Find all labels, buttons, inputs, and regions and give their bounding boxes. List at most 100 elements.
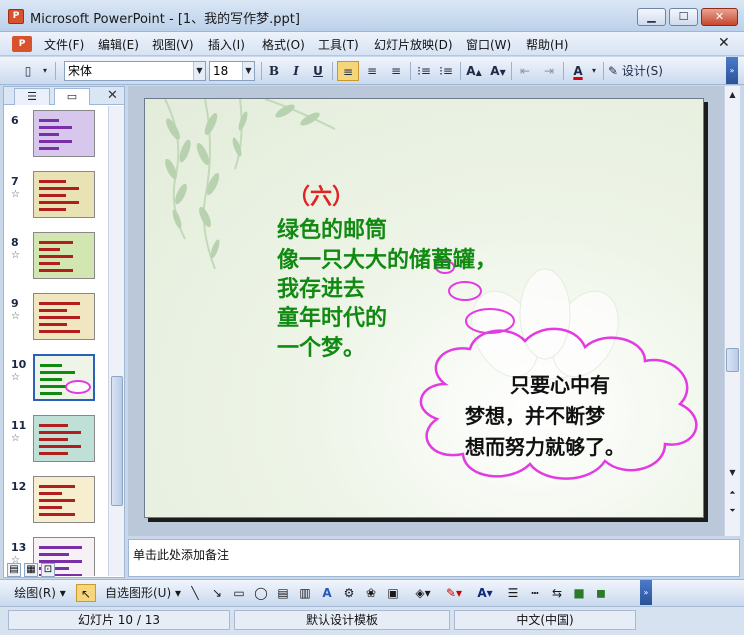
- select-pointer-icon[interactable]: ↖: [76, 584, 96, 602]
- cloud-line-1[interactable]: 只要心中有: [510, 369, 610, 398]
- menu-insert[interactable]: 插入(I): [208, 36, 245, 53]
- notes-pane[interactable]: 单击此处添加备注: [128, 539, 740, 577]
- arrow-style-icon[interactable]: ⇆: [548, 584, 566, 602]
- numbering-icon[interactable]: ⁝≡: [414, 61, 434, 81]
- wordart-icon[interactable]: A: [318, 584, 336, 602]
- menu-help[interactable]: 帮助(H): [526, 36, 568, 53]
- align-left-button[interactable]: ≡: [337, 61, 359, 81]
- slide-thumbnail-row[interactable]: 8 ☆: [4, 230, 108, 288]
- line-color-icon[interactable]: ✎▾: [440, 584, 468, 602]
- menu-file[interactable]: 文件(F): [44, 36, 84, 53]
- notes-placeholder[interactable]: 单击此处添加备注: [133, 546, 229, 563]
- increase-font-icon[interactable]: A▲: [464, 61, 484, 81]
- previous-slide-icon[interactable]: ⏶: [726, 486, 739, 499]
- textbox-icon[interactable]: ▤: [274, 584, 292, 602]
- slide-thumbnail-row[interactable]: 9 ☆: [4, 291, 108, 349]
- line-icon[interactable]: ╲: [186, 584, 204, 602]
- dash-style-icon[interactable]: ┅: [526, 584, 544, 602]
- slide-thumbnail[interactable]: [33, 354, 95, 401]
- slide-thumbnail[interactable]: [33, 171, 95, 218]
- slide-thumbnail[interactable]: [33, 110, 95, 157]
- slide-line-4[interactable]: 童年时代的: [277, 300, 387, 332]
- menu-view[interactable]: 视图(V): [152, 36, 194, 53]
- rectangle-icon[interactable]: ▭: [230, 584, 248, 602]
- decrease-indent-icon[interactable]: ⇤: [515, 61, 535, 81]
- slide-thumbnail[interactable]: [33, 232, 95, 279]
- next-slide-icon[interactable]: ⏷: [726, 504, 739, 517]
- slide-line-3[interactable]: 我存进去: [277, 271, 365, 303]
- diagram-icon[interactable]: ⚙: [340, 584, 358, 602]
- autoshapes-button[interactable]: 自选图形(U) ▾: [104, 584, 182, 602]
- increase-indent-icon[interactable]: ⇥: [539, 61, 559, 81]
- toolbar-options-icon[interactable]: ▾: [40, 61, 50, 81]
- cloud-line-3[interactable]: 想而努力就够了。: [465, 431, 625, 460]
- font-color-icon[interactable]: A: [568, 61, 588, 81]
- 3d-style-icon[interactable]: ◼: [592, 584, 610, 602]
- chevron-down-icon[interactable]: ▼: [193, 62, 205, 80]
- slides-pane-scrollbar[interactable]: [108, 106, 124, 576]
- underline-button[interactable]: U: [308, 61, 328, 81]
- close-window-button[interactable]: ✕: [701, 8, 738, 26]
- powerpoint-app-icon[interactable]: P: [8, 9, 24, 24]
- current-slide[interactable]: （六） 绿色的邮筒 像一只大大的储蓄罐， 我存进去 童年时代的 一个梦。 只要心…: [144, 98, 704, 518]
- slide-sorter-icon[interactable]: ▦: [24, 563, 38, 577]
- align-right-button[interactable]: ≡: [385, 61, 407, 81]
- cloud-line-2[interactable]: 梦想，并不断梦: [465, 400, 605, 429]
- menu-slideshow[interactable]: 幻灯片放映(D): [374, 36, 453, 53]
- scroll-down-icon[interactable]: ▼: [726, 466, 739, 479]
- slideshow-view-icon[interactable]: ⊡: [41, 563, 55, 577]
- draw-menu-button[interactable]: 绘图(R) ▾: [8, 584, 72, 602]
- arrow-icon[interactable]: ↘: [208, 584, 226, 602]
- slide-thumbnail[interactable]: [33, 415, 95, 462]
- oval-icon[interactable]: ◯: [252, 584, 270, 602]
- document-close-icon[interactable]: ✕: [718, 35, 730, 51]
- new-document-icon[interactable]: ▯: [18, 61, 38, 81]
- normal-view-icon[interactable]: ▤: [7, 563, 21, 577]
- bold-button[interactable]: B: [264, 61, 284, 81]
- maximize-button[interactable]: ☐: [669, 8, 698, 26]
- slide-line-1[interactable]: 绿色的邮筒: [277, 212, 387, 244]
- line-style-icon[interactable]: ☰: [504, 584, 522, 602]
- slide-thumbnail[interactable]: [33, 476, 95, 523]
- scroll-up-icon[interactable]: ▲: [726, 88, 739, 101]
- pane-close-icon[interactable]: ✕: [107, 88, 118, 103]
- italic-button[interactable]: I: [286, 61, 306, 81]
- fill-color-icon[interactable]: ◈▾: [410, 584, 436, 602]
- menu-edit[interactable]: 编辑(E): [98, 36, 139, 53]
- status-bar: 幻灯片 10 / 13 默认设计模板 中文(中国): [0, 606, 744, 635]
- document-icon[interactable]: P: [12, 36, 32, 52]
- slide-line-5[interactable]: 一个梦。: [277, 330, 365, 362]
- menu-tools[interactable]: 工具(T): [318, 36, 359, 53]
- font-color-draw-icon[interactable]: A▾: [472, 584, 498, 602]
- scrollbar-thumb[interactable]: [111, 376, 123, 506]
- slide-heading[interactable]: （六）: [288, 179, 354, 211]
- picture-icon[interactable]: ▣: [384, 584, 402, 602]
- shadow-icon[interactable]: ■: [570, 584, 588, 602]
- slide-thumbnail-row[interactable]: 10 ☆: [4, 352, 108, 410]
- design-button[interactable]: ✎ 设计(S): [608, 61, 670, 81]
- slide-scrollbar[interactable]: ▲ ▼ ⏶ ⏷: [724, 86, 740, 536]
- menu-format[interactable]: 格式(O): [262, 36, 305, 53]
- slide-line-2[interactable]: 像一只大大的储蓄罐，: [277, 242, 497, 274]
- drawing-overflow-icon[interactable]: »: [640, 580, 652, 605]
- tab-slides[interactable]: ▭: [54, 88, 90, 105]
- toolbar-overflow-icon[interactable]: »: [726, 57, 738, 84]
- font-color-dropdown-icon[interactable]: ▾: [589, 61, 599, 81]
- decrease-font-icon[interactable]: A▼: [488, 61, 508, 81]
- font-size-combo[interactable]: 18 ▼: [209, 61, 255, 81]
- slide-thumbnail-row[interactable]: 11 ☆: [4, 413, 108, 471]
- vertical-textbox-icon[interactable]: ▥: [296, 584, 314, 602]
- clipart-icon[interactable]: ❀: [362, 584, 380, 602]
- chevron-down-icon[interactable]: ▼: [242, 62, 254, 80]
- bullets-icon[interactable]: ⁝≡: [436, 61, 456, 81]
- tab-outline[interactable]: ☰: [14, 88, 50, 105]
- slide-thumbnail-row[interactable]: 6: [4, 108, 108, 166]
- minimize-button[interactable]: ▁: [637, 8, 666, 26]
- scrollbar-thumb[interactable]: [726, 348, 739, 372]
- slide-thumbnail-row[interactable]: 7 ☆: [4, 169, 108, 227]
- slide-thumbnail[interactable]: [33, 293, 95, 340]
- font-name-combo[interactable]: 宋体 ▼: [64, 61, 206, 81]
- slide-thumbnail-row[interactable]: 12: [4, 474, 108, 532]
- menu-window[interactable]: 窗口(W): [466, 36, 511, 53]
- align-center-button[interactable]: ≡: [361, 61, 383, 81]
